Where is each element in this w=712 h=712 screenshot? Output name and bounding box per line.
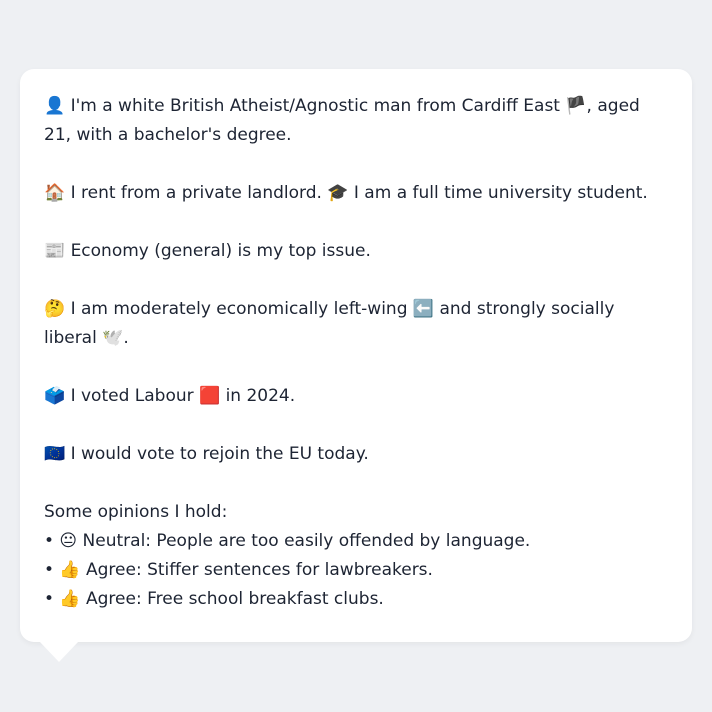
opinions-list: Some opinions I hold: • 😐 Neutral: Peopl… bbox=[44, 498, 668, 614]
political-position-text: 🤔 I am moderately economically left-wing… bbox=[44, 299, 615, 348]
opinions-heading: Some opinions I hold: bbox=[44, 502, 228, 522]
message-bubble: 👤 I'm a white British Atheist/Agnostic m… bbox=[20, 69, 692, 642]
top-issue-text: 📰 Economy (general) is my top issue. bbox=[44, 241, 371, 261]
opinion-item: • 👍 Agree: Free school breakfast clubs. bbox=[44, 589, 384, 609]
bubble-tail bbox=[39, 641, 79, 662]
demographics-text: 👤 I'm a white British Atheist/Agnostic m… bbox=[44, 96, 640, 145]
vote-2024-text: 🗳️ I voted Labour 🟥 in 2024. bbox=[44, 386, 296, 406]
opinion-item: • 😐 Neutral: People are too easily offen… bbox=[44, 531, 531, 551]
housing-occupation-text: 🏠 I rent from a private landlord. 🎓 I am… bbox=[44, 183, 648, 203]
eu-vote-text: 🇪🇺 I would vote to rejoin the EU today. bbox=[44, 444, 369, 464]
opinion-item: • 👍 Agree: Stiffer sentences for lawbrea… bbox=[44, 560, 433, 580]
